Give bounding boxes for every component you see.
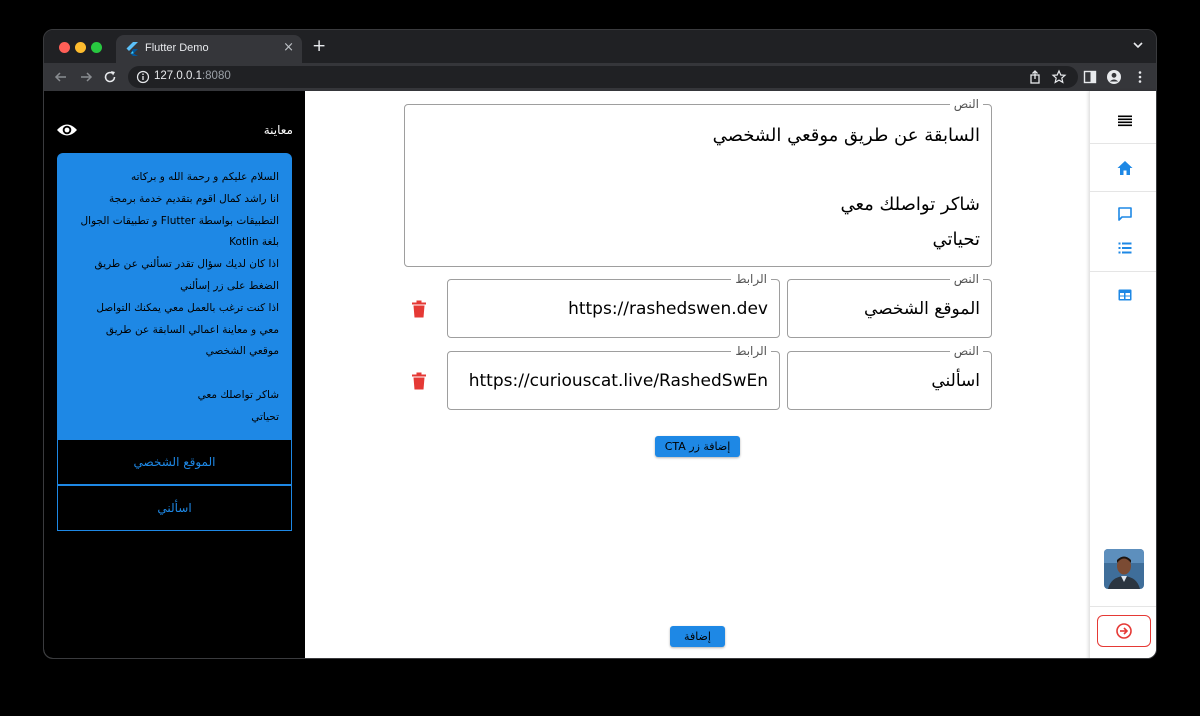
editor-panel: النص السابقة عن طريق موقعي الشخصي شاكر ت… [305,91,1089,658]
browser-tab[interactable]: Flutter Demo × [116,35,302,63]
tab-close-icon[interactable]: × [283,40,294,55]
body-field-label: النص [949,97,983,111]
cta-link-value: https://curiouscat.live/RashedSwEn [468,370,768,391]
message-line [67,363,279,385]
maximize-window-button[interactable] [91,42,102,53]
message-line: معي و معاينة اعمالي السابقة عن طريق [105,323,279,336]
message-line: تحياتي [251,410,279,423]
chevron-down-icon[interactable] [1132,39,1144,51]
message-line: اذا كنت ترغب بالعمل معي يمكنك التواصل [96,301,279,314]
trash-icon[interactable] [411,300,427,318]
close-window-button[interactable] [59,42,70,53]
preview-cta-ask-me[interactable]: اسألني [57,485,292,531]
rail-divider [1090,271,1156,272]
message-line: السلام عليكم و رحمة الله و بركاته [130,171,279,183]
home-icon[interactable] [1116,159,1134,177]
side-panel-icon[interactable] [1082,69,1098,85]
more-menu-icon[interactable] [1132,69,1148,85]
message-line: بلغة Kotlin [229,236,279,249]
cta-link-value: https://rashedswen.dev [568,298,768,319]
info-icon[interactable] [136,70,150,84]
add-button[interactable]: إضافة [670,626,725,647]
list-icon[interactable] [1116,239,1134,257]
cta-link-field[interactable]: الرابط https://rashedswen.dev [447,272,780,338]
address-bar[interactable]: 127.0.0.1:8080 [128,66,1078,88]
minimize-window-button[interactable] [75,42,86,53]
cta-link-label: الرابط [731,272,771,286]
cta-text-label: النص [949,272,983,286]
tab-title: Flutter Demo [145,42,209,54]
rail-divider [1090,606,1156,607]
message-line: شاكر تواصلك معي [197,388,279,401]
flutter-icon [126,42,138,56]
forward-icon[interactable] [78,69,94,85]
message-line: اذا كان لديك سؤال تقدر تسألني عن طريق [94,258,279,271]
cta-text-field[interactable]: النص اسألني [787,344,992,410]
cta-text-value: اسألني [931,370,980,391]
table-icon[interactable] [1116,286,1134,304]
share-icon[interactable] [1027,69,1043,85]
menu-icon[interactable] [1116,112,1134,130]
message-line: الضغط على زر إسألني [180,279,279,292]
body-text-value: السابقة عن طريق موقعي الشخصي شاكر تواصلك… [712,125,980,250]
new-tab-button[interactable]: + [312,36,326,56]
rail-divider [1090,191,1156,192]
profile-icon[interactable] [1106,69,1122,85]
add-cta-button[interactable]: إضافة زر CTA [655,436,740,457]
avatar[interactable] [1104,549,1144,589]
preview-title: معاينة [263,123,293,137]
browser-toolbar: 127.0.0.1:8080 [44,63,1156,91]
message-line: موقعي الشخصي [205,345,279,358]
trash-icon[interactable] [411,372,427,390]
message-line: انا راشد كمال اقوم بتقديم خدمة برمجة [109,192,279,205]
browser-window: Flutter Demo × + 127.0.0.1:8080 معاينة ا… [43,29,1157,659]
preview-cta-website[interactable]: الموقع الشخصي [57,439,292,485]
rail-divider [1090,143,1156,144]
page-viewport: معاينة السلام عليكم و رحمة الله و بركاته… [44,91,1156,658]
logout-button[interactable] [1097,615,1151,647]
cta-text-value: الموقع الشخصي [863,298,980,319]
message-icon[interactable] [1116,205,1134,223]
nav-rail [1089,91,1156,658]
cta-text-field[interactable]: النص الموقع الشخصي [787,272,992,338]
logout-icon [1116,623,1132,639]
cta-link-label: الرابط [731,344,771,358]
url-text: 127.0.0.1:8080 [154,70,231,82]
reload-icon[interactable] [102,69,118,85]
preview-panel: معاينة السلام عليكم و رحمة الله و بركاته… [44,91,305,658]
star-icon[interactable] [1051,69,1067,85]
message-preview: السلام عليكم و رحمة الله و بركاته انا را… [57,153,292,439]
body-text-field[interactable]: النص السابقة عن طريق موقعي الشخصي شاكر ت… [404,97,992,267]
cta-text-label: النص [949,344,983,358]
back-icon[interactable] [53,69,69,85]
tab-bar: Flutter Demo × + [44,30,1156,63]
cta-link-field[interactable]: الرابط https://curiouscat.live/RashedSwE… [447,344,780,410]
eye-icon[interactable] [56,121,78,139]
message-line: التطبيقات بواسطة Flutter و تطبيقات الجوا… [80,214,279,227]
user-avatar-icon [1104,549,1144,589]
